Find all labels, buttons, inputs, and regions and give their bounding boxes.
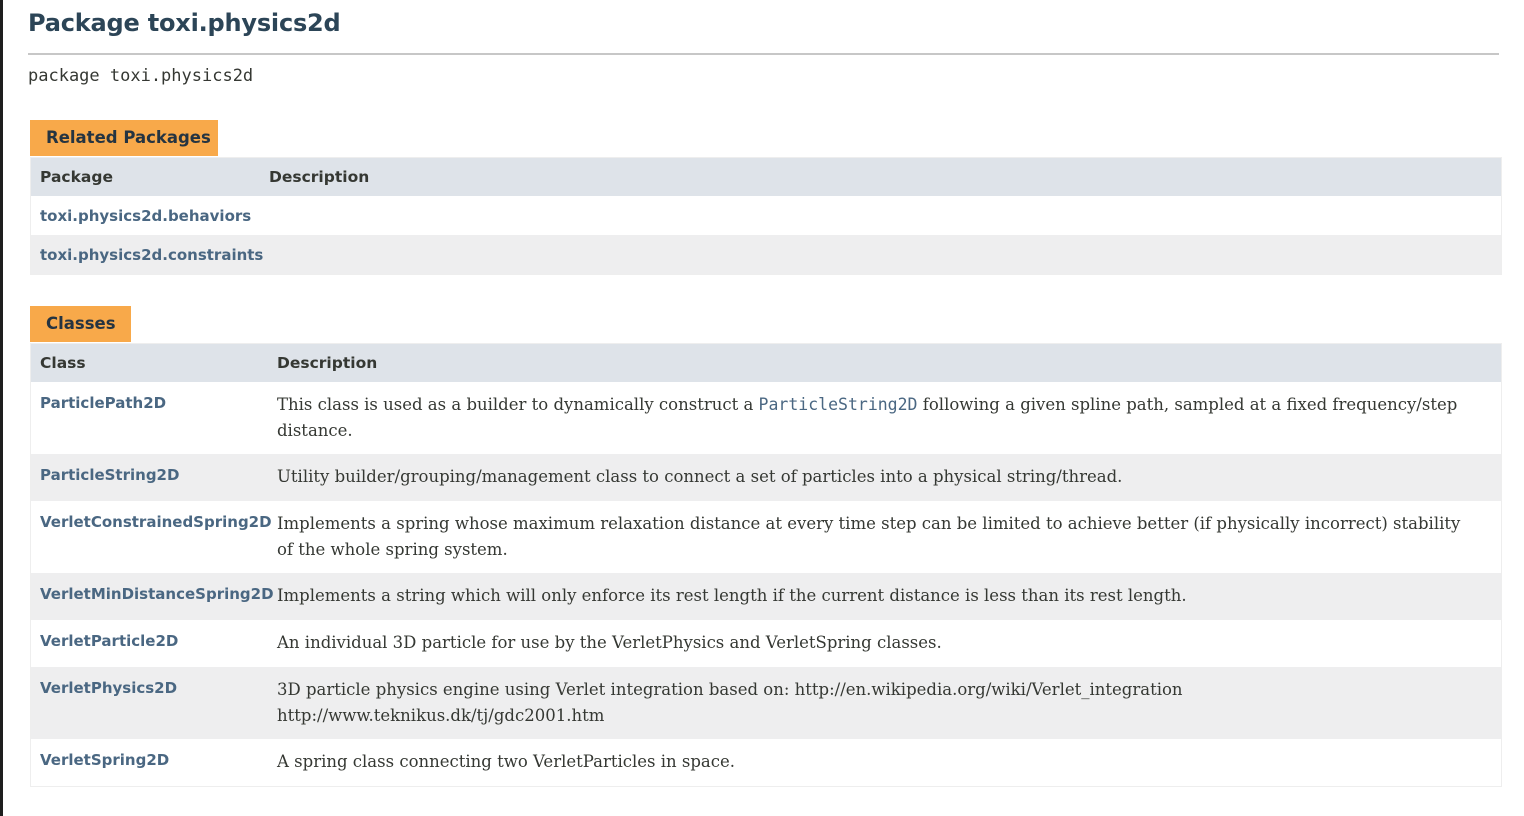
class-link-verletparticle2d[interactable]: VerletParticle2D [40,632,178,650]
class-description: A spring class connecting two VerletPart… [277,752,736,771]
table-row: ParticleString2D Utility builder/groupin… [31,454,1501,501]
class-link-verletmindistancespring2d[interactable]: VerletMinDistanceSpring2D [40,585,274,603]
class-description: Implements a string which will only enfo… [277,586,1187,605]
table-row: ParticlePath2D This class is used as a b… [31,382,1501,454]
table-row: VerletConstrainedSpring2D Implements a s… [31,501,1501,573]
description-text: http://www.teknikus.dk/tj/gdc2001.htm [277,706,605,725]
related-packages-tab[interactable]: Related Packages [30,120,218,156]
class-description: This class is used as a builder to dynam… [268,382,1501,444]
class-description: Implements a spring whose maximum relaxa… [277,514,1461,559]
class-link-verletphysics2d[interactable]: VerletPhysics2D [40,679,177,697]
class-description: 3D particle physics engine using Verlet … [268,667,1501,729]
classes-tab[interactable]: Classes [30,306,131,342]
package-link-behaviors[interactable]: toxi.physics2d.behaviors [40,207,251,225]
column-header-package: Package [40,168,113,186]
class-link-particlestring2d[interactable]: ParticleString2D [40,466,179,484]
table-row: VerletParticle2D An individual 3D partic… [31,620,1501,667]
table-row: VerletMinDistanceSpring2D Implements a s… [31,573,1501,620]
column-header-class: Class [40,354,86,372]
table-row: VerletPhysics2D 3D particle physics engi… [31,667,1501,739]
window-left-edge [0,0,3,816]
class-link-verletspring2d[interactable]: VerletSpring2D [40,751,169,769]
class-ref-link-particlestring2d[interactable]: ParticleString2D [759,395,918,414]
table-row: toxi.physics2d.constraints [31,235,1501,274]
class-link-particlepath2d[interactable]: ParticlePath2D [40,394,166,412]
class-description: An individual 3D particle for use by the… [277,633,942,652]
table-header-row: Package Description [31,158,1501,196]
column-header-description: Description [277,354,378,372]
class-link-verletconstrainedspring2d[interactable]: VerletConstrainedSpring2D [40,513,272,531]
table-header-row: Class Description [31,344,1501,382]
page-title: Package toxi.physics2d [28,9,341,37]
column-header-description: Description [269,168,370,186]
package-signature: package toxi.physics2d [28,66,254,86]
classes-table: Class Description ParticlePath2D This cl… [30,343,1502,787]
table-row: toxi.physics2d.behaviors [31,196,1501,235]
package-link-constraints[interactable]: toxi.physics2d.constraints [40,246,263,264]
description-text: 3D particle physics engine using Verlet … [277,680,1183,699]
description-text: This class is used as a builder to dynam… [277,395,759,414]
title-divider [28,53,1499,55]
class-description: Utility builder/grouping/management clas… [277,467,1123,486]
table-row: VerletSpring2D A spring class connecting… [31,739,1501,786]
related-packages-table: Package Description toxi.physics2d.behav… [30,157,1502,275]
